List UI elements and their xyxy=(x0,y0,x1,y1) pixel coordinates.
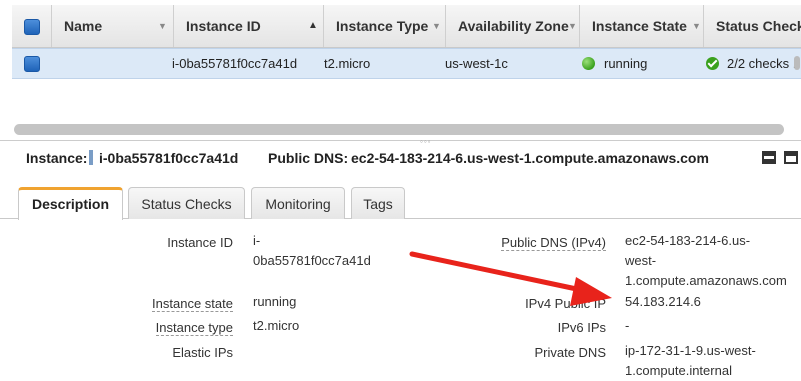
sort-desc-icon[interactable]: ▼ xyxy=(432,5,441,47)
tab-status-checks[interactable]: Status Checks xyxy=(128,187,245,219)
panel-splitter[interactable] xyxy=(0,140,801,141)
column-header-status-checks[interactable]: Status Checks xyxy=(704,5,801,47)
horizontal-scrollbar-track[interactable] xyxy=(14,124,784,135)
select-all-cell[interactable] xyxy=(12,5,52,47)
horizontal-scrollbar-thumb[interactable] xyxy=(14,124,784,135)
field-label-elastic-ips: Elastic IPs xyxy=(172,345,233,360)
cell-instance-state: running xyxy=(604,56,648,71)
column-label: Instance Type xyxy=(336,18,429,34)
field-label-public-dns-ipv4: Public DNS (IPv4) xyxy=(501,235,606,251)
tab-tags[interactable]: Tags xyxy=(351,187,405,219)
field-label-instance-type: Instance type xyxy=(155,320,233,336)
table-row[interactable]: i-0ba55781f0cc7a41d t2.micro us-west-1c … xyxy=(12,48,801,79)
minimize-panel-icon[interactable] xyxy=(762,151,776,164)
checks-passed-icon xyxy=(706,57,719,70)
field-value-public-dns-ipv4: ec2-54-183-214-6.us- west- 1.compute.ama… xyxy=(625,231,787,291)
arrow-shaft xyxy=(409,251,589,294)
table-header: Name ▼ Instance ID ▲ Instance Type ▼ Ava… xyxy=(12,5,801,48)
value-line: 1.compute.internal xyxy=(625,363,732,378)
field-value-ipv6-ips: - xyxy=(625,316,629,336)
column-header-name[interactable]: Name ▼ xyxy=(52,5,174,47)
field-label-private-dns: Private DNS xyxy=(534,345,606,360)
public-dns-label: Public DNS: xyxy=(268,150,349,166)
field-value-private-dns: ip-172-31-1-9.us-west- 1.compute.interna… xyxy=(625,341,756,381)
field-label-instance-id: Instance ID xyxy=(167,235,233,250)
instance-label: Instance: xyxy=(26,150,88,166)
column-label: Instance ID xyxy=(186,18,261,34)
field-label-instance-state: Instance state xyxy=(152,296,233,312)
tab-label: Tags xyxy=(363,196,393,212)
running-status-icon xyxy=(582,57,595,70)
field-value-instance-state: running xyxy=(253,292,296,312)
value-line: running xyxy=(253,294,297,309)
value-line: t2.micro xyxy=(253,318,300,333)
column-label: Status Checks xyxy=(716,18,801,34)
tab-label: Description xyxy=(31,196,109,212)
sort-desc-icon[interactable]: ▼ xyxy=(692,5,701,47)
maximize-panel-icon[interactable] xyxy=(784,151,798,164)
value-line: ec2-54-183-214-6.us- xyxy=(625,233,751,248)
field-value-instance-type: t2.micro xyxy=(253,316,299,336)
tab-label: Monitoring xyxy=(265,196,331,212)
detail-public-dns: ec2-54-183-214-6.us-west-1.compute.amazo… xyxy=(351,150,709,166)
select-all-checkbox-icon[interactable] xyxy=(24,19,40,35)
column-header-instance-state[interactable]: Instance State ▼ xyxy=(580,5,704,47)
value-line: 54.183.214.6 xyxy=(625,294,701,309)
column-label: Availability Zone xyxy=(458,18,569,34)
cell-availability-zone: us-west-1c xyxy=(445,56,508,71)
tab-label: Status Checks xyxy=(141,196,232,212)
value-line: - xyxy=(625,318,630,333)
tab-monitoring[interactable]: Monitoring xyxy=(251,187,345,219)
sort-desc-icon[interactable]: ▼ xyxy=(568,5,577,47)
value-line: 0ba55781f0cc7a41d xyxy=(253,253,371,268)
column-header-instance-type[interactable]: Instance Type ▼ xyxy=(324,5,446,47)
splitter-handle-icon[interactable]: ◦◦◦ xyxy=(420,137,432,146)
instance-marker-icon xyxy=(89,150,93,165)
column-label: Instance State xyxy=(592,18,687,34)
field-label-ipv4-public-ip: IPv4 Public IP xyxy=(525,296,606,311)
sort-desc-icon[interactable]: ▼ xyxy=(158,5,167,47)
value-line: i- xyxy=(253,233,261,248)
detail-instance-id: i-0ba55781f0cc7a41d xyxy=(99,150,239,166)
cell-instance-id: i-0ba55781f0cc7a41d xyxy=(172,56,298,71)
value-line: ip-172-31-1-9.us-west- xyxy=(625,343,756,358)
column-header-instance-id[interactable]: Instance ID ▲ xyxy=(174,5,324,47)
value-line: 1.compute.amazonaws.com xyxy=(625,273,787,288)
cell-status-checks: 2/2 checks ... xyxy=(727,56,801,71)
row-checkbox-icon[interactable] xyxy=(24,56,40,72)
tab-description[interactable]: Description xyxy=(18,187,123,220)
vertical-scrollbar[interactable] xyxy=(794,56,800,70)
column-header-availability-zone[interactable]: Availability Zone ▼ xyxy=(446,5,580,47)
field-label-ipv6-ips: IPv6 IPs xyxy=(557,320,606,335)
field-value-ipv4-public-ip: 54.183.214.6 xyxy=(625,292,701,312)
column-label: Name xyxy=(64,18,103,34)
instances-table: Name ▼ Instance ID ▲ Instance Type ▼ Ava… xyxy=(0,0,801,140)
field-value-instance-id: i- 0ba55781f0cc7a41d xyxy=(253,231,371,271)
cell-instance-type: t2.micro xyxy=(324,56,371,71)
value-line: west- xyxy=(625,253,657,268)
sort-asc-icon[interactable]: ▲ xyxy=(308,5,318,47)
